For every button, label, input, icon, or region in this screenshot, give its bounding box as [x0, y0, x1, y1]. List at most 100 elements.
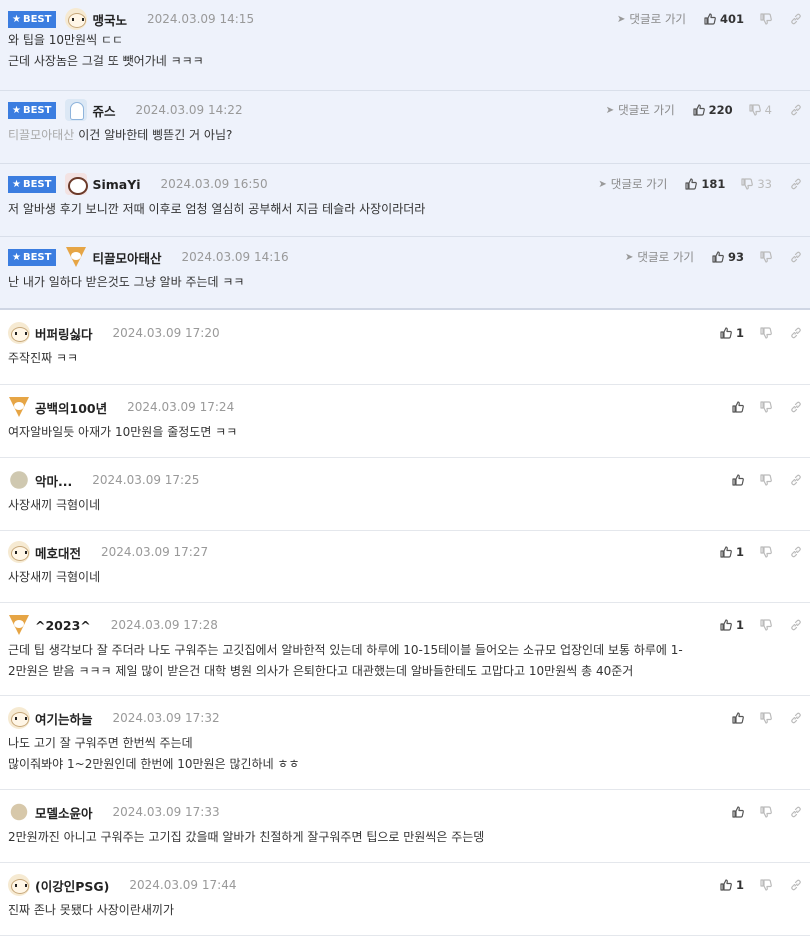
star-icon: ★: [12, 251, 21, 263]
best-badge: ★ BEST: [8, 248, 57, 266]
dislike-button[interactable]: [760, 806, 772, 818]
nickname[interactable]: 메호대전: [35, 543, 81, 562]
avatar[interactable]: [10, 471, 28, 489]
nickname[interactable]: 맹국노: [92, 10, 127, 29]
nickname[interactable]: SimaYi: [92, 177, 140, 192]
best-comment: ★ BEST 티끌모아태산 2024.03.09 14:16 ➤ 댓글로 가기 93 난 내가…: [0, 237, 810, 310]
dislike-button[interactable]: [760, 13, 772, 25]
copy-link-button[interactable]: [790, 401, 802, 413]
avatar[interactable]: [65, 99, 88, 121]
like-button[interactable]: 401: [704, 12, 744, 26]
like-button[interactable]: [732, 474, 744, 486]
like-button[interactable]: [732, 712, 744, 724]
like-button[interactable]: 1: [720, 878, 744, 892]
nickname[interactable]: 버퍼링싫다: [35, 324, 93, 343]
nickname[interactable]: 악마...: [35, 471, 72, 490]
like-button[interactable]: 1: [720, 326, 744, 340]
comment-item: 메호대전 2024.03.09 17:27 1 사장새끼 극혐이네: [0, 531, 810, 603]
comment-text: 사장새끼 극혐이네: [8, 498, 101, 512]
go-to-reply-link[interactable]: ➤ 댓글로 가기: [625, 249, 694, 265]
comment-line: 2만원까진 아니고 구워주는 고기집 갔을때 알바가 친절하게 잘구워주면 팁으…: [8, 827, 802, 848]
thumbs-down-icon: [760, 401, 772, 413]
dislike-button[interactable]: [760, 619, 772, 631]
like-button[interactable]: [732, 806, 744, 818]
link-icon: [790, 327, 802, 339]
avatar[interactable]: [10, 803, 28, 821]
link-icon: [790, 712, 802, 724]
link-icon: [790, 401, 802, 413]
best-label: BEST: [22, 13, 52, 25]
go-to-reply-link[interactable]: ➤ 댓글로 가기: [598, 176, 667, 192]
like-button[interactable]: [732, 401, 744, 413]
dislike-button[interactable]: [760, 546, 772, 558]
copy-link-button[interactable]: [790, 178, 802, 190]
copy-link-button[interactable]: [790, 712, 802, 724]
copy-link-button[interactable]: [790, 251, 802, 263]
avatar[interactable]: [8, 541, 30, 563]
dislike-button[interactable]: 4: [749, 103, 772, 117]
avatar[interactable]: [8, 874, 30, 896]
nickname[interactable]: (이강인PSG): [35, 876, 109, 895]
comment-line: 나도 고기 잘 구워주면 한번씩 주는데: [8, 733, 802, 754]
nickname[interactable]: 모델소윤아: [35, 803, 93, 822]
comment-text: 2만원까진 아니고 구워주는 고기집 갔을때 알바가 친절하게 잘구워주면 팁으…: [8, 830, 485, 844]
avatar[interactable]: [8, 614, 30, 636]
like-button[interactable]: 93: [712, 250, 744, 264]
copy-link-button[interactable]: [790, 327, 802, 339]
comment-line: 사장새끼 극혐이네: [8, 567, 802, 588]
nickname[interactable]: 티끌모아태산: [92, 248, 161, 267]
comment-header: 모델소윤아 2024.03.09 17:33: [8, 801, 802, 823]
like-button[interactable]: 1: [720, 618, 744, 632]
nickname[interactable]: 쥬스: [92, 101, 115, 120]
go-to-reply-link[interactable]: ➤ 댓글로 가기: [617, 11, 686, 27]
comment-date: 2024.03.09 17:32: [112, 711, 220, 725]
comment-date: 2024.03.09 14:16: [181, 250, 289, 264]
dislike-button[interactable]: [760, 251, 772, 263]
like-button[interactable]: 181: [685, 177, 725, 191]
copy-link-button[interactable]: [790, 104, 802, 116]
comment-body: 여자알바일듯 아재가 10만원을 줄정도면 ㅋㅋ: [8, 418, 802, 453]
copy-link-button[interactable]: [790, 546, 802, 558]
avatar[interactable]: [65, 8, 88, 30]
thumbs-up-icon: [685, 178, 698, 190]
comment-text: 사장새끼 극혐이네: [8, 570, 101, 584]
thumbs-down-icon: [749, 104, 761, 116]
avatar[interactable]: [65, 246, 87, 268]
copy-link-button[interactable]: [790, 879, 802, 891]
avatar[interactable]: [8, 396, 30, 418]
comment-header: ★ BEST 티끌모아태산 2024.03.09 14:16 ➤ 댓글로 가기 93: [8, 246, 802, 268]
copy-link-button[interactable]: [790, 13, 802, 25]
comment-body: 주작진짜 ㅋㅋ: [8, 344, 802, 379]
like-button[interactable]: 1: [720, 545, 744, 559]
comment-text: 근데 사장놈은 그걸 또 뺏어가네 ㅋㅋㅋ: [8, 54, 204, 68]
avatar[interactable]: [65, 173, 89, 195]
copy-link-button[interactable]: [790, 474, 802, 486]
go-to-reply-link[interactable]: ➤ 댓글로 가기: [606, 102, 675, 118]
nickname[interactable]: 공백의100년: [35, 398, 107, 417]
nickname[interactable]: ^2023^: [35, 618, 91, 633]
comment-line: 와 팁을 10만원씩 ㄷㄷ: [8, 30, 802, 51]
star-icon: ★: [12, 13, 21, 25]
mentioned-nickname[interactable]: 티끌모아태산: [8, 128, 74, 142]
like-count: 1: [735, 618, 744, 632]
avatar[interactable]: [8, 322, 30, 344]
thumbs-down-icon: [760, 546, 772, 558]
comment-text: 주작진짜 ㅋㅋ: [8, 351, 79, 365]
like-count: 93: [727, 250, 744, 264]
dislike-button[interactable]: 33: [741, 177, 772, 191]
dislike-button[interactable]: [760, 401, 772, 413]
copy-link-button[interactable]: [790, 806, 802, 818]
comment-text: 많이줘봐야 1~2만원인데 한번에 10만원은 많긴하네 ㅎㅎ: [8, 757, 300, 771]
avatar[interactable]: [8, 707, 30, 729]
dislike-button[interactable]: [760, 879, 772, 891]
comment-actions: 1: [720, 874, 802, 896]
comment-date: 2024.03.09 17:33: [112, 805, 220, 819]
dislike-button[interactable]: [760, 474, 772, 486]
comment-actions: ➤ 댓글로 가기 181 33: [598, 173, 802, 195]
like-button[interactable]: 220: [693, 103, 733, 117]
nickname[interactable]: 여기는하늘: [35, 709, 93, 728]
dislike-button[interactable]: [760, 327, 772, 339]
dislike-button[interactable]: [760, 712, 772, 724]
comment-header: 여기는하늘 2024.03.09 17:32: [8, 707, 802, 729]
copy-link-button[interactable]: [790, 619, 802, 631]
